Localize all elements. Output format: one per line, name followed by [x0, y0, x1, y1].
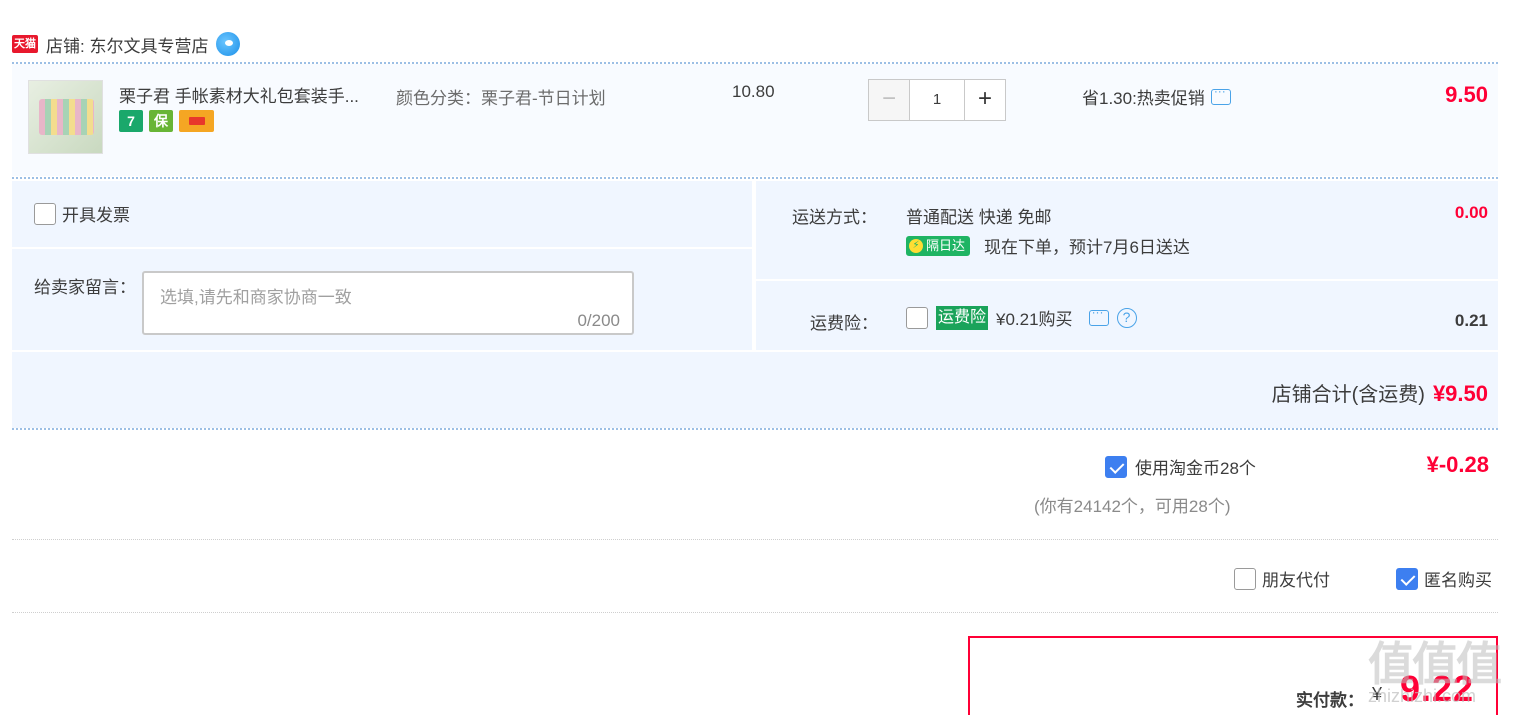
promotion-text: 省1.30:热卖促销: [1082, 89, 1205, 108]
shipping-method: 普通配送 快递 免邮: [906, 208, 1052, 227]
invoice-label: 开具发票: [62, 206, 130, 225]
friend-pay-option[interactable]: 朋友代付: [1234, 566, 1330, 591]
delivery-estimate: ⚡ 隔日达 现在下单，预计7月6日送达: [906, 233, 1190, 258]
insurance-label: 运费险：: [810, 314, 878, 333]
shipping-panel: 运送方式： 普通配送 快递 免邮 0.00 ⚡ 隔日达 现在下单，预计7月6日送…: [756, 181, 1498, 279]
currency-symbol: ¥: [1372, 684, 1383, 704]
message-panel: 给卖家留言： 选填,请先和商家协商一致 0/200: [12, 249, 752, 350]
divider: [12, 612, 1498, 613]
shipping-fee: 0.00: [1454, 203, 1488, 222]
quantity-input[interactable]: 1: [910, 79, 964, 121]
seven-day-return-icon[interactable]: 7: [119, 110, 143, 132]
increase-quantity-button[interactable]: +: [964, 79, 1006, 121]
shop-header: 天猫 店铺: 东尔文具专营店: [12, 30, 241, 58]
divider: [12, 428, 1498, 430]
invoice-checkbox[interactable]: [34, 202, 56, 225]
actual-payment-amount: 9.22: [1400, 668, 1475, 709]
insurance-price: ¥0.21购买: [996, 310, 1073, 329]
divider: [12, 177, 1498, 179]
insurance-fee: 0.21: [1454, 311, 1488, 330]
invoice-option[interactable]: 开具发票: [34, 201, 130, 226]
delivery-estimate-text: 现在下单，预计7月6日送达: [984, 238, 1190, 257]
shipping-insurance-panel: 运费险： 运费险 ¥0.21购买 ? 0.21: [756, 281, 1498, 350]
insurance-option: 运费险 ¥0.21购买 ?: [906, 305, 1137, 330]
order-item-row: 栗子君 手帐素材大礼包套装手... 7 保 颜色分类：栗子君-节日计划 10.8…: [12, 64, 1498, 176]
next-day-badge-label: 隔日达: [926, 237, 966, 253]
store-total-label: 店铺合计(含运费): [1271, 384, 1425, 406]
shop-name-link[interactable]: 店铺: 东尔文具专营店: [46, 32, 208, 57]
message-placeholder: 选填,请先和商家协商一致: [160, 288, 352, 307]
shipping-label: 运送方式：: [792, 208, 877, 227]
friend-pay-label: 朋友代付: [1262, 571, 1330, 590]
credit-card-icon[interactable]: [179, 110, 214, 132]
next-day-badge: ⚡ 隔日达: [906, 235, 971, 256]
divider: [12, 539, 1498, 540]
anonymous-label: 匿名购买: [1424, 571, 1492, 590]
invoice-panel: 开具发票: [12, 181, 752, 247]
friend-pay-checkbox[interactable]: [1234, 567, 1256, 590]
help-icon[interactable]: ?: [1116, 307, 1137, 328]
service-badges: 7 保: [119, 110, 214, 132]
anonymous-checkbox[interactable]: [1396, 567, 1418, 590]
anonymous-purchase-option[interactable]: 匿名购买: [1396, 566, 1492, 591]
taojinbi-balance-note: (你有24142个，可用28个): [1034, 497, 1231, 516]
unit-price: 10.80: [732, 82, 775, 101]
promotion-info: 省1.30:热卖促销: [1082, 84, 1231, 109]
insurance-checkbox[interactable]: [906, 306, 928, 329]
insurance-badge: 运费险: [936, 305, 989, 330]
store-total: 店铺合计(含运费) ¥9.50: [1272, 378, 1488, 407]
store-total-panel: 店铺合计(含运费) ¥9.50: [12, 352, 1498, 428]
lightning-icon: ⚡: [909, 238, 923, 253]
product-title-link[interactable]: 栗子君 手帐素材大礼包套装手...: [119, 82, 359, 107]
store-total-amount: ¥9.50: [1432, 381, 1488, 406]
taojinbi-discount: ¥-0.28: [1426, 452, 1489, 477]
insurance-comment-icon[interactable]: [1088, 305, 1109, 326]
item-subtotal: 9.50: [1445, 82, 1488, 107]
quantity-stepper: − 1 +: [868, 79, 1006, 121]
promotion-comment-icon[interactable]: [1210, 84, 1231, 105]
taojinbi-checkbox[interactable]: [1105, 455, 1127, 478]
decrease-quantity-button[interactable]: −: [868, 79, 910, 121]
message-char-count: 0/200: [577, 311, 620, 330]
taojinbi-label: 使用淘金币28个: [1135, 459, 1256, 478]
payment-summary-box: 实付款： 9.22 ¥: [968, 636, 1498, 715]
tmall-logo: 天猫: [12, 35, 38, 53]
actual-payment-label: 实付款：: [1296, 691, 1364, 710]
taojinbi-option[interactable]: 使用淘金币28个: [1105, 454, 1256, 479]
seller-message-input[interactable]: 选填,请先和商家协商一致 0/200: [142, 271, 634, 335]
guarantee-icon[interactable]: 保: [149, 110, 173, 132]
wangwang-chat-icon[interactable]: [216, 32, 241, 56]
sku-spec: 颜色分类：栗子君-节日计划: [396, 89, 606, 108]
message-label: 给卖家留言：: [34, 278, 136, 297]
product-thumbnail[interactable]: [28, 80, 103, 154]
